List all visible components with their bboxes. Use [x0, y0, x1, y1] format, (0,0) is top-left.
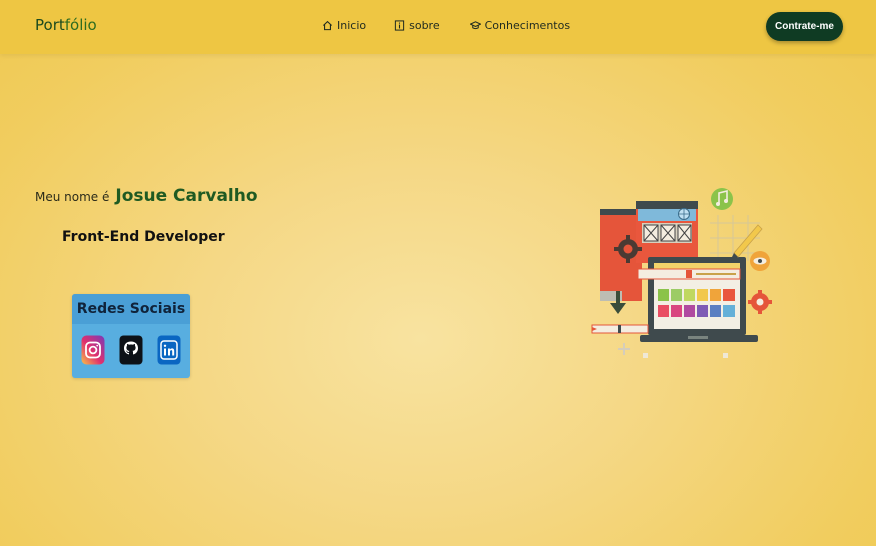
home-icon: [322, 20, 333, 31]
nav-links: Inicio sobre Conhecimentos: [322, 19, 598, 32]
social-card: Redes Sociais: [72, 294, 190, 378]
nav-link-sobre[interactable]: sobre: [394, 19, 440, 32]
info-icon: [394, 20, 405, 31]
nav-link-conhecimentos[interactable]: Conhecimentos: [469, 19, 571, 32]
nav-link-label: Conhecimentos: [484, 19, 571, 32]
nav-link-inicio[interactable]: Inicio: [322, 19, 366, 32]
hero-role: Front-End Developer: [62, 229, 225, 245]
brand-text-part2: fólio: [64, 16, 97, 34]
hero-name: Josue Carvalho: [115, 186, 258, 206]
brand-text-part1: Port: [35, 16, 65, 34]
linkedin-icon[interactable]: [157, 335, 181, 365]
web-design-illustration: [591, 188, 772, 358]
intro-prefix: Meu nome é: [35, 190, 110, 204]
instagram-icon[interactable]: [81, 335, 105, 365]
social-card-title: Redes Sociais: [72, 294, 190, 324]
hero-intro: Meu nome é Josue Carvalho: [35, 186, 258, 206]
social-icons: [72, 335, 190, 365]
graduation-cap-icon: [469, 21, 481, 30]
arrow-down-icon: [610, 303, 626, 314]
brand-logo[interactable]: Portfólio: [35, 16, 97, 34]
navbar: Portfólio Inicio sobre Conhecimentos Con…: [0, 0, 876, 54]
nav-link-label: sobre: [409, 19, 440, 32]
github-icon[interactable]: [119, 335, 143, 365]
nav-link-label: Inicio: [337, 19, 367, 32]
hire-me-button[interactable]: Contrate-me: [766, 12, 843, 41]
music-note-icon: [711, 188, 733, 210]
